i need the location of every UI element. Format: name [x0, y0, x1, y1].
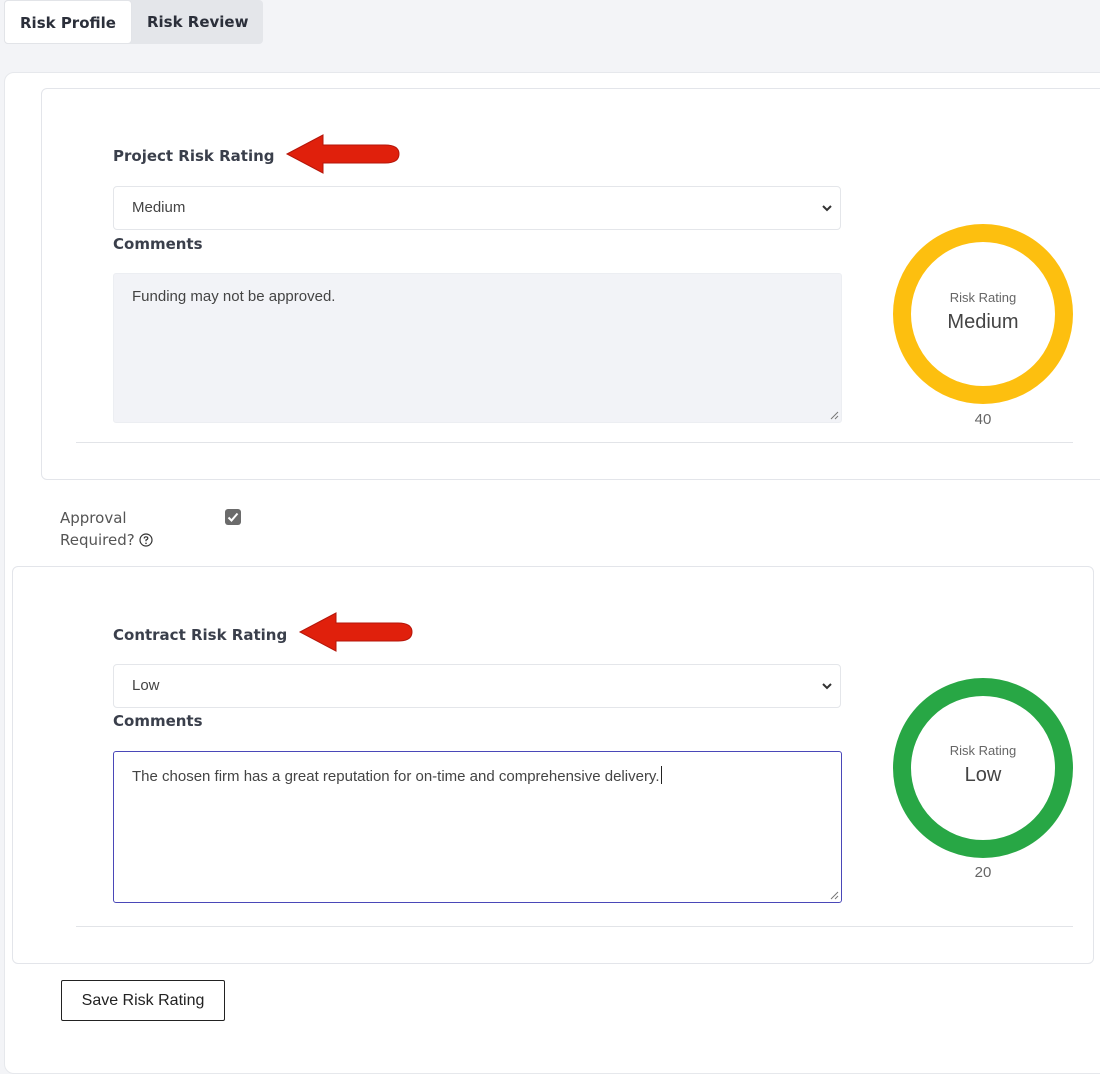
- project-risk-rating-value: Medium: [132, 199, 186, 216]
- project-risk-rating-select[interactable]: Medium: [113, 186, 841, 230]
- project-gauge-rating: Medium: [947, 311, 1019, 333]
- resize-handle-icon[interactable]: [829, 410, 839, 420]
- tab-risk-profile[interactable]: Risk Profile: [4, 0, 132, 44]
- project-gauge-score: 40: [974, 411, 992, 428]
- annotation-arrow: [285, 134, 400, 174]
- checkmark-icon: [227, 512, 239, 522]
- contract-gauge-score: 20: [974, 864, 992, 881]
- contract-gauge-caption: Risk Rating: [949, 743, 1017, 758]
- project-risk-rating-label: Project Risk Rating: [113, 147, 275, 165]
- chevron-down-icon: [822, 683, 832, 690]
- question-circle-icon[interactable]: [139, 533, 153, 547]
- contract-comments-field[interactable]: The chosen firm has a great reputation f…: [113, 751, 842, 903]
- project-comments-label: Comments: [113, 235, 203, 253]
- text-cursor: [660, 766, 662, 784]
- divider: [76, 926, 1073, 927]
- contract-gauge-rating: Low: [964, 764, 1002, 786]
- contract-risk-rating-select[interactable]: Low: [113, 664, 841, 708]
- approval-required-label: Approval Required?: [60, 507, 153, 551]
- chevron-down-icon: [822, 205, 832, 212]
- annotation-arrow: [298, 612, 413, 652]
- project-gauge-caption: Risk Rating: [949, 290, 1017, 305]
- project-comments-text: Funding may not be approved.: [132, 288, 336, 305]
- tab-bar: Risk Profile Risk Review: [4, 0, 264, 44]
- approval-required-checkbox[interactable]: [225, 509, 241, 525]
- save-risk-rating-button[interactable]: Save Risk Rating: [61, 980, 225, 1021]
- contract-comments-label: Comments: [113, 712, 203, 730]
- approval-label-line1: Approval: [60, 509, 127, 527]
- divider: [76, 442, 1073, 443]
- contract-comments-text: The chosen firm has a great reputation f…: [132, 768, 660, 785]
- contract-risk-rating-label: Contract Risk Rating: [113, 626, 288, 644]
- tab-risk-review[interactable]: Risk Review: [132, 0, 264, 44]
- approval-label-line2: Required?: [60, 531, 135, 549]
- project-comments-field[interactable]: Funding may not be approved.: [113, 273, 842, 423]
- contract-risk-rating-value: Low: [132, 677, 160, 694]
- resize-handle-icon[interactable]: [829, 890, 839, 900]
